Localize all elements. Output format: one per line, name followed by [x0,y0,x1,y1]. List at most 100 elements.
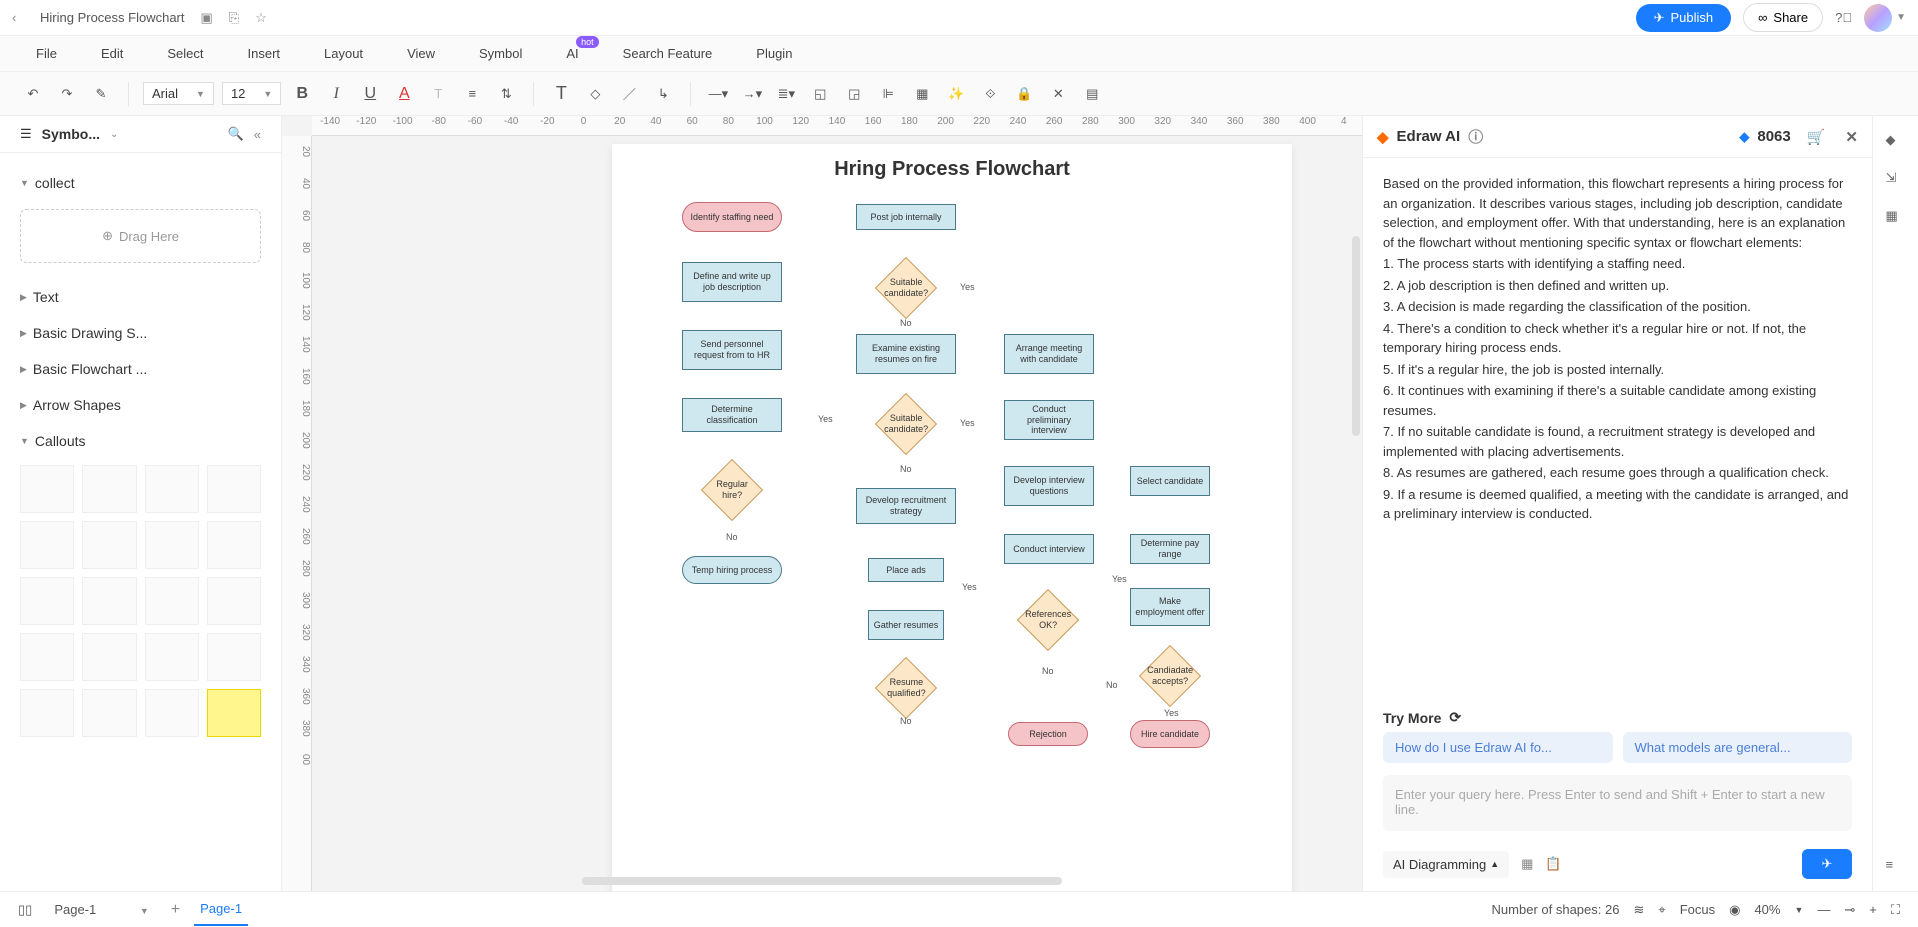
effects-icon[interactable]: ✨ [943,81,969,107]
callout-shape[interactable] [207,465,261,513]
node-identify-staffing[interactable]: Identify staffing need [682,202,782,232]
cat-arrow-shapes[interactable]: ▶Arrow Shapes [20,387,261,423]
font-size-select[interactable]: 12 ▼ [222,82,281,105]
star-icon[interactable]: ☆ [255,10,267,26]
menu-plugin[interactable]: Plugin [756,46,792,61]
align-objects-icon[interactable]: ⊫ [875,81,901,107]
text-tool-icon[interactable]: T [548,81,574,107]
menu-edit[interactable]: Edit [101,46,123,61]
node-candidate-accepts[interactable]: Candiadate accepts? [1139,645,1201,707]
menu-layout[interactable]: Layout [324,46,363,61]
callout-shape[interactable] [82,577,136,625]
layer-back-icon[interactable]: ◱ [807,81,833,107]
canvas-scrollbar-vertical[interactable] [1352,236,1360,436]
layer-front-icon[interactable]: ◲ [841,81,867,107]
lock-icon[interactable]: 🔒 [1011,81,1037,107]
undo-icon[interactable]: ↶ [20,81,46,107]
menu-select[interactable]: Select [167,46,203,61]
node-hire-candidate[interactable]: Hire candidate [1130,720,1210,748]
import-icon[interactable]: ⇲ [1886,170,1906,190]
attach-icon[interactable]: ▦ [1521,856,1533,872]
font-color-icon[interactable]: A [391,81,417,107]
publish-button[interactable]: ✈ Publish [1636,4,1732,32]
canvas-page[interactable]: Hring Process Flowchart Identify staffin… [612,144,1292,891]
callout-shape[interactable] [20,465,74,513]
ai-query-input[interactable]: Enter your query here. Press Enter to se… [1383,775,1852,831]
fill-icon[interactable]: ◇ [582,81,608,107]
chip-suggestion[interactable]: What models are general... [1623,732,1853,763]
callout-shape[interactable] [82,465,136,513]
chip-suggestion[interactable]: How do I use Edraw AI fo... [1383,732,1613,763]
cat-basic-flowchart[interactable]: ▶Basic Flowchart ... [20,351,261,387]
page-tab[interactable]: Page-1 [194,893,248,926]
node-place-ads[interactable]: Place ads [868,558,944,582]
node-develop-questions[interactable]: Develop interview questions [1004,466,1094,506]
menu-view[interactable]: View [407,46,435,61]
node-pay-range[interactable]: Determine pay range [1130,534,1210,564]
node-gather-resumes[interactable]: Gather resumes [868,610,944,640]
node-examine-resumes[interactable]: Examine existing resumes on fire [856,334,956,374]
search-icon[interactable]: 🔍 [228,126,244,142]
node-determine-class[interactable]: Determine classification [682,398,782,432]
text-style-icon[interactable]: T [425,81,451,107]
clipboard-icon[interactable]: 📋 [1545,856,1561,872]
library-icon[interactable]: ☰ [20,126,32,142]
node-suitable2[interactable]: Suitable candidate? [875,393,937,455]
node-define-job[interactable]: Define and write up job description [682,262,782,302]
node-regular-hire[interactable]: Regular hire? [701,459,763,521]
zoom-in-icon[interactable]: + [1869,902,1877,917]
node-conduct-interview[interactable]: Conduct interview [1004,534,1094,564]
node-send-hr[interactable]: Send personnel request from to HR [682,330,782,370]
crop-icon[interactable]: ⟐ [977,81,1003,107]
callout-shape[interactable] [82,521,136,569]
line-spacing-icon[interactable]: ⇅ [493,81,519,107]
page-selector[interactable]: Page-1 ▼ [46,898,156,921]
node-post-internal[interactable]: Post job internally [856,204,956,230]
callout-shape[interactable] [207,577,261,625]
canvas-area[interactable]: -140-120-100-80-60-40-200204060801001201… [282,116,1362,891]
send-button[interactable]: ✈ [1802,849,1852,879]
back-icon[interactable]: ‹ [12,10,32,25]
callout-shape[interactable] [20,633,74,681]
callout-shape[interactable] [207,689,261,737]
node-preliminary-interview[interactable]: Conduct preliminary interview [1004,400,1094,440]
menu-search-feature[interactable]: Search Feature [623,46,713,61]
cat-text[interactable]: ▶Text [20,279,261,315]
italic-icon[interactable]: I [323,81,349,107]
callout-shape[interactable] [82,689,136,737]
theme-icon[interactable]: ◆ [1886,132,1906,152]
node-suitable1[interactable]: Suitable candidate? [875,257,937,319]
menu-insert[interactable]: Insert [248,46,281,61]
callout-shape[interactable] [20,577,74,625]
apps-icon[interactable]: ▦ [1886,208,1906,228]
cat-collect[interactable]: ▼collect [20,165,261,201]
align-icon[interactable]: ≡ [459,81,485,107]
zoom-slider[interactable]: ⊸ [1844,902,1855,918]
callout-shape[interactable] [145,689,199,737]
callout-shape[interactable] [145,577,199,625]
help-icon[interactable]: ?⃝ [1835,10,1852,25]
ai-mode-dropdown[interactable]: AI Diagramming ▲ [1383,851,1509,878]
node-resume-qualified[interactable]: Resume qualified? [875,657,937,719]
redo-icon[interactable]: ↷ [54,81,80,107]
grid-settings-icon[interactable]: ▤ [1079,81,1105,107]
connector-icon[interactable]: ↳ [650,81,676,107]
caret-down-icon[interactable]: ▼ [1794,905,1803,915]
collapse-icon[interactable]: « [254,127,261,142]
settings-icon[interactable]: ≡ [1886,857,1906,877]
callout-shape[interactable] [145,521,199,569]
layers-icon[interactable]: ≋ [1633,902,1644,918]
arrow-style-icon[interactable]: →▾ [739,81,765,107]
page-icon[interactable]: ▣ [201,10,213,26]
fullscreen-icon[interactable]: ⛶ [1891,902,1900,918]
info-icon[interactable]: ⓘ [1468,126,1483,147]
menu-symbol[interactable]: Symbol [479,46,522,61]
menu-file[interactable]: File [36,46,57,61]
callout-shape[interactable] [207,521,261,569]
cat-callouts[interactable]: ▼Callouts [20,423,261,459]
node-arrange-meeting[interactable]: Arrange meeting with candidate [1004,334,1094,374]
callout-shape[interactable] [145,633,199,681]
refresh-icon[interactable]: ⟳ [1449,709,1461,726]
avatar-caret-icon[interactable]: ▼ [1896,12,1906,23]
tools-icon[interactable]: ✕ [1045,81,1071,107]
